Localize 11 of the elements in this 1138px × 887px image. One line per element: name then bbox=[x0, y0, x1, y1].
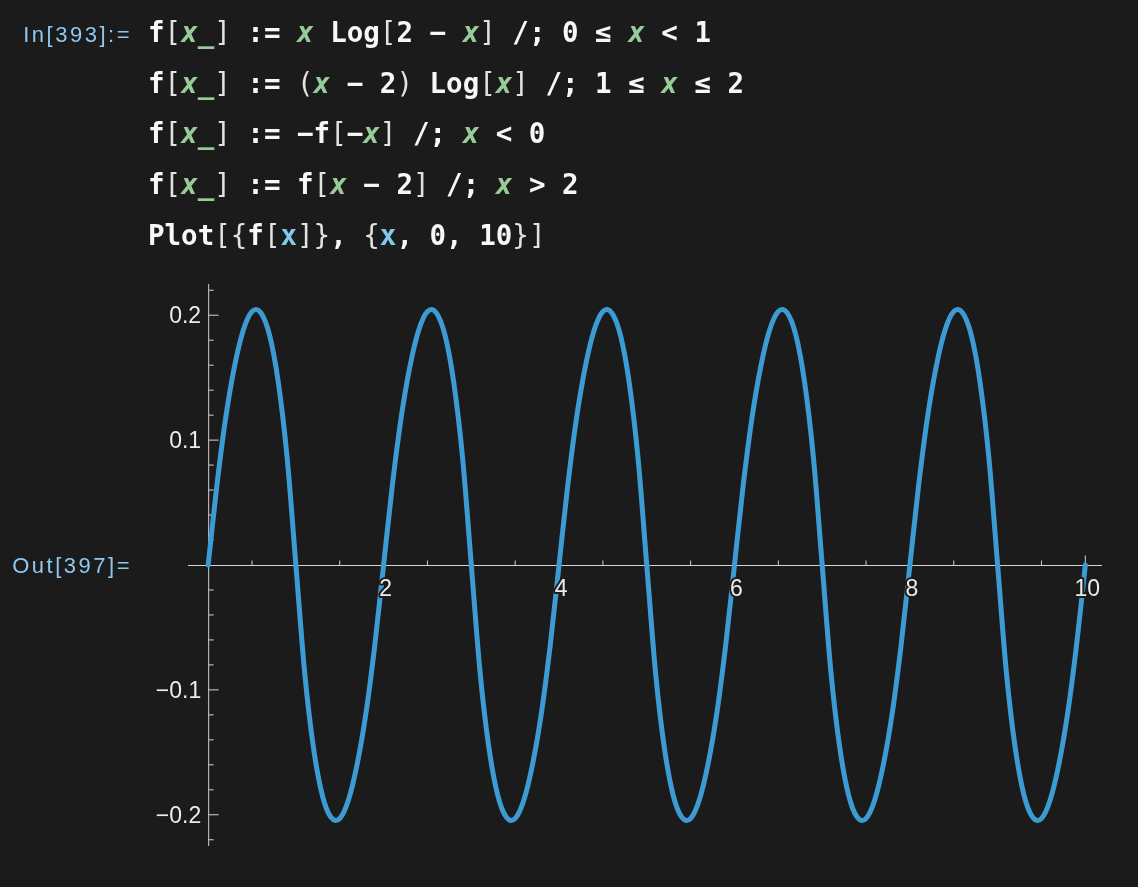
code-line: f[x_] := −f[−x] /; x < 0 bbox=[148, 116, 546, 152]
code-line: Plot[{f[x]}, {x, 0, 10}] bbox=[148, 217, 546, 253]
code-line: f[x_] := f[x − 2] /; x > 2 bbox=[148, 167, 579, 203]
code-line: f[x_] := x Log[2 − x] /; 0 ≤ x < 1 bbox=[148, 15, 711, 51]
code-line: f[x_] := (x − 2) Log[x] /; 1 ≤ x ≤ 2 bbox=[148, 65, 745, 102]
cell-label: Out[397]= bbox=[12, 552, 132, 578]
axis-tick-label: −0.2 bbox=[155, 801, 202, 828]
axis-tick-label: −0.1 bbox=[155, 676, 202, 703]
axis-tick-label: 0.1 bbox=[169, 426, 202, 453]
axis-tick-label: 0.2 bbox=[169, 301, 202, 328]
cell-label: In[393]:= bbox=[23, 22, 132, 47]
